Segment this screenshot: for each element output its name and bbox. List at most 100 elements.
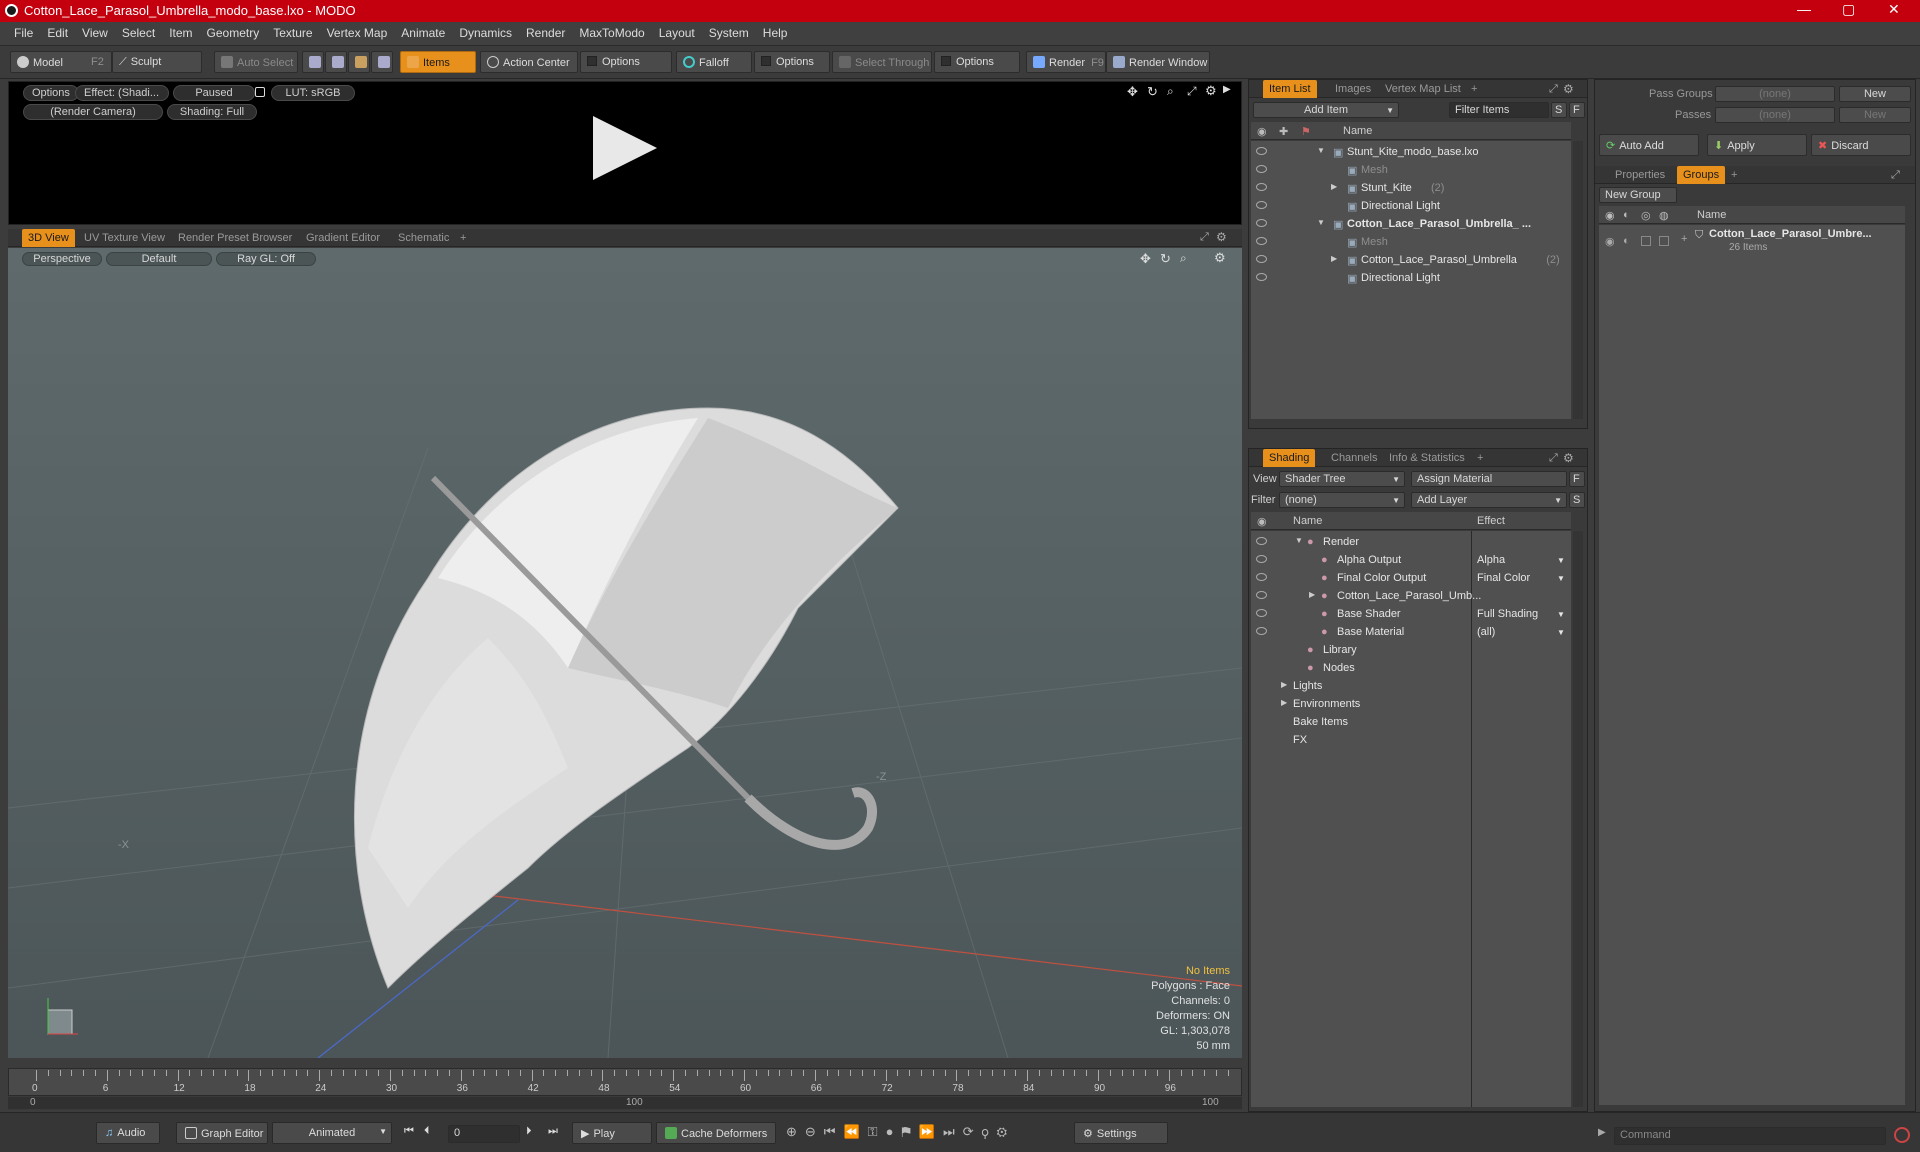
tab-3d-view[interactable]: 3D View	[22, 229, 75, 247]
vertex-mode-button[interactable]	[302, 51, 324, 73]
shading-f-button[interactable]: F	[1569, 471, 1585, 487]
select-through-button[interactable]: Select Through	[832, 51, 932, 73]
expand-icon[interactable]: ⤢	[1549, 452, 1558, 465]
chevron-down-icon[interactable]: ▼	[1557, 628, 1565, 637]
eye-icon[interactable]	[1256, 627, 1267, 635]
expand-arrow-icon[interactable]: ▶	[1281, 680, 1287, 689]
lock-icon[interactable]	[255, 87, 265, 97]
select-through-options-button[interactable]: Options	[934, 51, 1020, 73]
item-list-row[interactable]: ▼ ▣ Cotton_Lace_Parasol_Umbrella_ ...	[1251, 215, 1571, 233]
command-input[interactable]: Command	[1614, 1127, 1886, 1145]
falloff-button[interactable]: Falloff	[676, 51, 752, 73]
shader-tree-row[interactable]: ● Library	[1251, 641, 1571, 659]
shading-dropdown[interactable]: Shading: Full	[167, 104, 257, 120]
apply-button[interactable]: ⬇ Apply	[1707, 134, 1807, 156]
expand-arrow-icon[interactable]: ▶	[1309, 590, 1315, 599]
menu-item[interactable]: Item	[169, 22, 192, 40]
render-column-icon[interactable]: ◐	[1623, 209, 1630, 221]
expand-icon[interactable]: ⤢	[1549, 83, 1558, 96]
assign-material-button[interactable]: Assign Material	[1411, 471, 1567, 487]
effect-column-header[interactable]: Effect	[1477, 515, 1505, 527]
audio-button[interactable]: ♫ Audio	[96, 1122, 160, 1144]
menu-select[interactable]: Select	[122, 22, 155, 40]
tab-schematic[interactable]: Schematic	[392, 229, 455, 247]
visibility-column-icon[interactable]: ◉	[1257, 125, 1267, 138]
menu-animate[interactable]: Animate	[401, 22, 445, 40]
select-toggle[interactable]	[1659, 236, 1669, 246]
material-mode-button[interactable]	[371, 51, 393, 73]
shader-tree-row[interactable]: ● Alpha Output Alpha ▼	[1251, 551, 1571, 569]
menu-render[interactable]: Render	[526, 22, 565, 40]
polygon-mode-button[interactable]	[348, 51, 370, 73]
new-group-button[interactable]: New Group	[1599, 187, 1677, 203]
expand-arrow-icon[interactable]: ▶	[1281, 698, 1287, 707]
expand-arrow-icon[interactable]: ▼	[1295, 536, 1303, 545]
shader-tree-row[interactable]: ▶ Lights	[1251, 677, 1571, 695]
eye-icon[interactable]	[1256, 255, 1267, 263]
tab-render-preset-browser[interactable]: Render Preset Browser	[172, 229, 298, 247]
expand-arrow-icon[interactable]: ▼	[1317, 146, 1325, 155]
options-checkbox[interactable]	[761, 56, 771, 66]
skip-start-icon[interactable]: ⏮	[404, 1125, 414, 1138]
tab-item-list[interactable]: Item List	[1263, 80, 1317, 98]
expand-arrow-icon[interactable]: ▶	[1331, 182, 1337, 191]
chevron-down-icon[interactable]: ▼	[1557, 610, 1565, 619]
effect-value[interactable]: Full Shading	[1477, 608, 1538, 620]
effect-value[interactable]: Alpha	[1477, 554, 1505, 566]
graph-editor-button[interactable]: Graph Editor	[176, 1122, 268, 1144]
shader-tree-row[interactable]: Bake Items	[1251, 713, 1571, 731]
visibility-column-icon[interactable]: ◉	[1257, 515, 1267, 528]
item-list-row[interactable]: ▣ Mesh	[1251, 233, 1571, 251]
edge-mode-button[interactable]	[325, 51, 347, 73]
tab-images[interactable]: Images	[1329, 80, 1377, 98]
expand-icon[interactable]: ⤢	[1891, 169, 1900, 182]
expand-arrow-icon[interactable]: ▶	[1331, 254, 1337, 263]
falloff-options-button[interactable]: Options	[754, 51, 830, 73]
shader-tree-scrollbar[interactable]	[1573, 531, 1583, 1107]
gear-icon[interactable]: ⚙	[1563, 451, 1574, 465]
action-center-button[interactable]: Action Center	[480, 51, 578, 73]
record-icon[interactable]	[1894, 1127, 1910, 1143]
play-icon[interactable]	[593, 116, 657, 180]
add-layer-dropdown[interactable]: Add Layer ▼	[1411, 492, 1567, 508]
frame-input[interactable]: 0	[448, 1125, 520, 1143]
menu-view[interactable]: View	[82, 22, 108, 40]
menu-maxtomodo[interactable]: MaxToModo	[579, 22, 644, 40]
tab-gradient-editor[interactable]: Gradient Editor	[300, 229, 386, 247]
menu-edit[interactable]: Edit	[47, 22, 68, 40]
menu-geometry[interactable]: Geometry	[207, 22, 260, 40]
maximize-button[interactable]: ▢	[1842, 1, 1855, 18]
chevron-down-icon[interactable]: ▼	[1557, 556, 1565, 565]
effect-value[interactable]: Final Color	[1477, 572, 1530, 584]
eye-icon[interactable]	[1256, 237, 1267, 245]
menu-vertex-map[interactable]: Vertex Map	[327, 22, 388, 40]
chevron-right-icon[interactable]: ▶	[1223, 84, 1231, 95]
name-column-header[interactable]: Name	[1697, 209, 1726, 221]
item-list-row[interactable]: ▶ ▣ Stunt_Kite (2)	[1251, 179, 1571, 197]
effect-value[interactable]: (all)	[1477, 626, 1495, 638]
eye-icon[interactable]	[1256, 219, 1267, 227]
eye-icon[interactable]	[1256, 147, 1267, 155]
render-toggle-icon[interactable]: ◐	[1623, 235, 1630, 247]
passes-dropdown[interactable]: (none)	[1715, 107, 1835, 123]
type-column-icon[interactable]: ⚑	[1301, 125, 1311, 138]
new-pass-button[interactable]: New	[1839, 107, 1911, 123]
settings-button[interactable]: ⚙ Settings	[1074, 1122, 1168, 1144]
timeline[interactable]: 0 6 12 18 24 30 36 42 48 54 60 66 72 78 84 90 96 0 100 1…	[8, 1068, 1242, 1110]
expand-icon[interactable]: ⤢	[1187, 84, 1197, 99]
animated-dropdown[interactable]: Animated ▼	[272, 1122, 392, 1144]
lock-column-icon[interactable]: ◎	[1641, 209, 1651, 222]
tab-shading[interactable]: Shading	[1263, 449, 1316, 467]
chevron-down-icon[interactable]: ▼	[1557, 574, 1565, 583]
expand-arrow-icon[interactable]: ▼	[1317, 218, 1325, 227]
shader-tree-row[interactable]: ▶ Environments	[1251, 695, 1571, 713]
shader-tree-row[interactable]: ▶ ● Cotton_Lace_Parasol_Umb...	[1251, 587, 1571, 605]
view-dropdown[interactable]: Shader Tree ▼	[1279, 471, 1405, 487]
tab-groups[interactable]: Groups	[1677, 166, 1726, 184]
tab-uv-texture-view[interactable]: UV Texture View	[78, 229, 171, 247]
name-column-header[interactable]: Name	[1343, 125, 1372, 137]
close-button[interactable]: ✕	[1888, 1, 1900, 18]
render-preview[interactable]: Options Effect: (Shadi... Paused LUT: sR…	[8, 81, 1242, 225]
tab-vertex-map-list[interactable]: Vertex Map List	[1379, 80, 1467, 98]
sculpt-button[interactable]: ⟋ Sculpt	[112, 51, 202, 73]
